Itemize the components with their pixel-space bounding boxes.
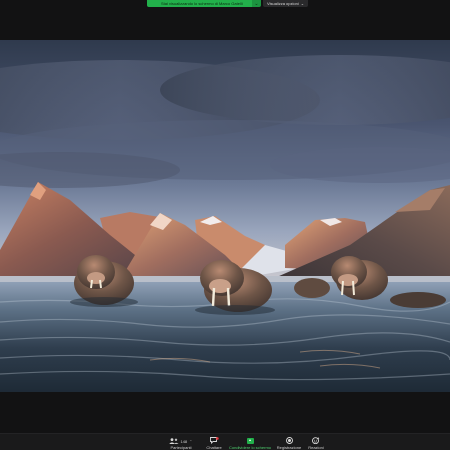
meeting-window: Stai visualizzando lo schermo di Marco G… (0, 0, 450, 450)
participants-label: Partecipanti (170, 445, 192, 450)
record-icon (285, 437, 293, 444)
participants-count: 148 (180, 439, 188, 444)
chat-label: Chattare (206, 445, 222, 450)
screen-share-status-text: Stai visualizzando lo schermo di Marco G… (161, 1, 243, 6)
view-options-chevron-icon: ⌄ (300, 1, 305, 6)
share-screen-button[interactable]: Condividere lo schermo (226, 435, 274, 450)
walrus-photo (0, 40, 450, 392)
participants-icon (169, 438, 180, 444)
reactions-label: Reazioni (308, 445, 324, 450)
shared-screen (0, 40, 450, 392)
screen-share-banner: Stai visualizzando lo schermo di Marco G… (147, 0, 309, 7)
view-options-button[interactable]: Visualizza opzioni ⌄ (263, 0, 309, 7)
view-options-label: Visualizza opzioni (267, 1, 299, 6)
screen-share-status[interactable]: Stai visualizzando lo schermo di Marco G… (147, 0, 252, 7)
chat-icon (209, 437, 219, 444)
participants-button[interactable]: 148 ⌃ Partecipanti (163, 435, 199, 450)
meeting-toolbar: 148 ⌃ Partecipanti Chattare Condividere … (0, 433, 450, 450)
participants-chevron-icon[interactable]: ⌃ (189, 439, 192, 444)
share-screen-icon (246, 438, 254, 444)
share-screen-icon-group (246, 435, 254, 444)
reactions-icon-group (312, 435, 320, 444)
share-screen-label: Condividere lo schermo (228, 445, 272, 450)
participants-icon-group: 148 ⌃ (169, 435, 193, 444)
chat-icon-group (209, 435, 219, 444)
chevron-down-icon[interactable]: ⌄ (252, 0, 261, 7)
reactions-icon (312, 437, 320, 444)
reactions-button[interactable]: Reazioni (298, 435, 334, 450)
record-icon-group (285, 435, 293, 444)
